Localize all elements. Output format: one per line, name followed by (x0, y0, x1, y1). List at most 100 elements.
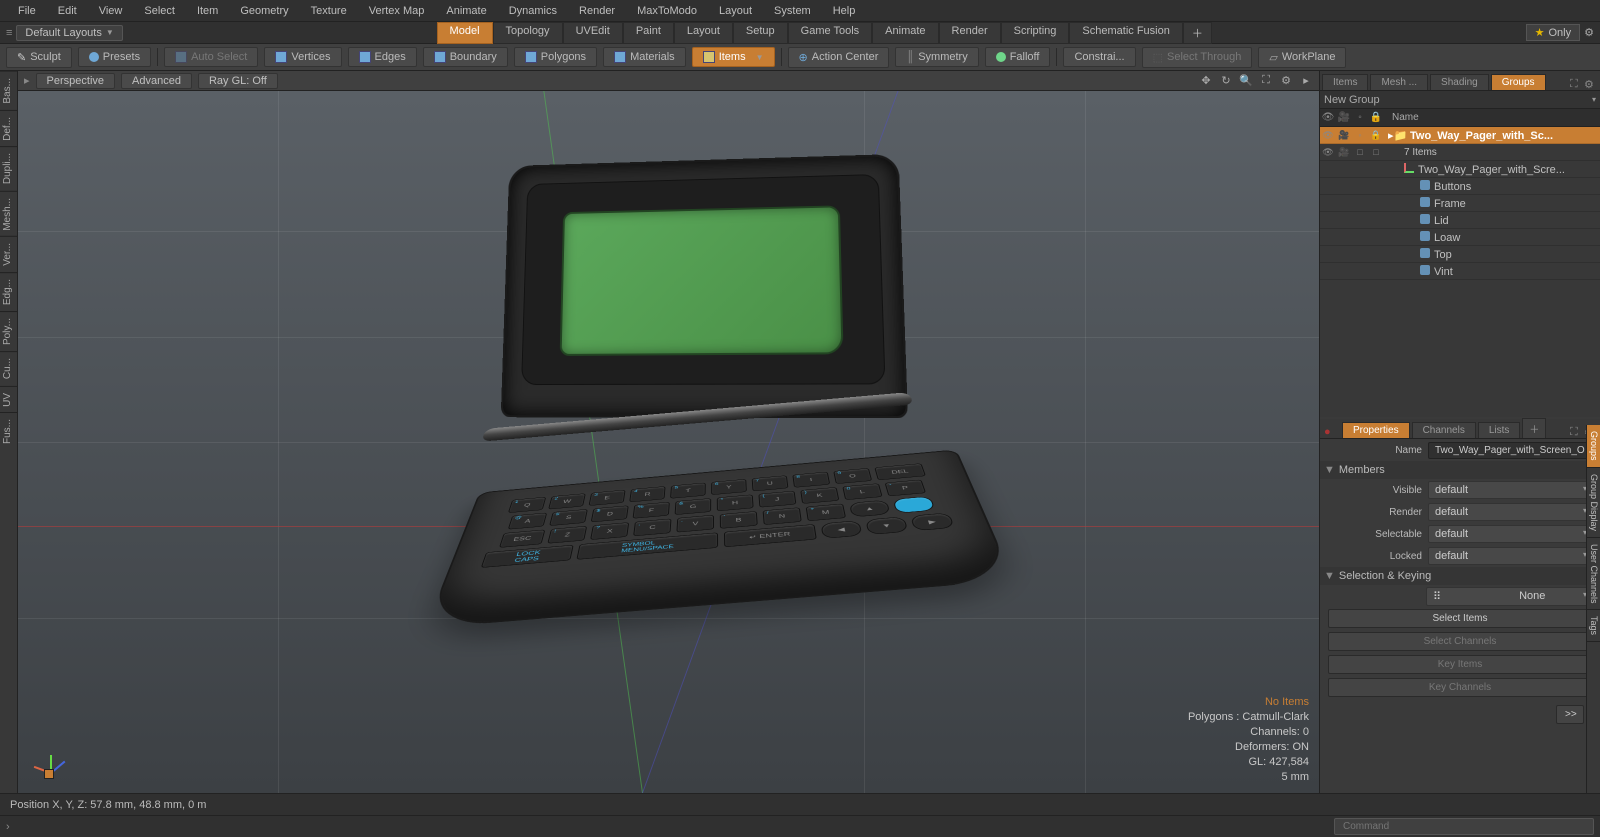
zoom-icon[interactable]: 🔍 (1239, 74, 1253, 88)
menu-animate[interactable]: Animate (436, 3, 496, 19)
vside-curve[interactable]: Cu... (0, 351, 17, 385)
rotate-icon[interactable]: ↻ (1219, 74, 1233, 88)
tree-row-item[interactable]: Top (1320, 246, 1600, 263)
prop-none-dropdown[interactable]: ⠿ None▾ (1426, 587, 1594, 606)
menu-file[interactable]: File (8, 3, 46, 19)
edges-button[interactable]: Edges (348, 47, 417, 67)
vside-mesh[interactable]: Mesh... (0, 191, 17, 237)
eye-icon[interactable]: 👁 (1320, 112, 1336, 123)
rside-tags[interactable]: Tags (1587, 610, 1600, 642)
grip-icon[interactable]: ≡ (6, 27, 12, 39)
menu-texture[interactable]: Texture (301, 3, 357, 19)
newgroup-button[interactable]: New Group ▾ (1320, 91, 1600, 109)
vside-dupli[interactable]: Dupli... (0, 146, 17, 190)
tab-paint[interactable]: Paint (623, 22, 674, 44)
polygons-button[interactable]: Polygons (514, 47, 597, 67)
chevron-right-icon[interactable]: ▸ (1299, 74, 1313, 88)
menu-system[interactable]: System (764, 3, 821, 19)
select-channels-button[interactable]: Select Channels (1328, 632, 1592, 651)
ptab-properties[interactable]: Properties (1342, 422, 1410, 438)
axis-gizmo[interactable] (30, 741, 70, 781)
select-items-button[interactable]: Select Items (1328, 609, 1592, 628)
tree-row-item[interactable]: Buttons (1320, 178, 1600, 195)
viewport-3d[interactable]: 1Q2W3E4R5T6Y7U8I9ODEL @A#S$D%F&G*H(J)K0L… (18, 91, 1319, 793)
render-icon[interactable]: 🎥 (1336, 112, 1352, 123)
command-input[interactable] (1334, 818, 1594, 835)
tree-row-item[interactable]: Frame (1320, 195, 1600, 212)
tree-row-root[interactable]: 👁🎥◦🔒 ▸📁 Two_Way_Pager_with_Sc... (1320, 127, 1600, 144)
ptab-shading[interactable]: Shading (1430, 74, 1489, 90)
rside-groups[interactable]: Groups (1587, 425, 1600, 468)
tab-uvedit[interactable]: UVEdit (563, 22, 623, 44)
prop-selectable-dropdown[interactable]: default▾ (1428, 525, 1594, 543)
vside-basic[interactable]: Bas... (0, 71, 17, 110)
workplane-button[interactable]: ▱WorkPlane (1258, 47, 1346, 68)
ptab-lists[interactable]: Lists (1478, 422, 1521, 438)
raygl-dropdown[interactable]: Ray GL: Off (198, 73, 278, 89)
record-icon[interactable]: ● (1324, 426, 1336, 438)
tree-row-locator[interactable]: Two_Way_Pager_with_Scre... (1320, 161, 1600, 178)
ptab-items[interactable]: Items (1322, 74, 1368, 90)
tree-row-item[interactable]: Loaw (1320, 229, 1600, 246)
tab-add[interactable]: ＋ (1183, 22, 1212, 44)
ptab-meshops[interactable]: Mesh ... (1370, 74, 1428, 90)
tree-row-count[interactable]: 👁🎥□□ 7 Items (1320, 144, 1600, 161)
shading-dropdown[interactable]: Advanced (121, 73, 192, 89)
symmetry-button[interactable]: ║Symmetry (895, 47, 978, 67)
select-icon[interactable]: ◦ (1352, 112, 1368, 123)
actioncenter-button[interactable]: ⊕Action Center (788, 47, 890, 68)
vside-uv[interactable]: UV (0, 386, 17, 413)
tab-gametools[interactable]: Game Tools (788, 22, 873, 44)
tab-schematicfusion[interactable]: Schematic Fusion (1069, 22, 1182, 44)
tab-topology[interactable]: Topology (493, 22, 563, 44)
maximize-icon[interactable]: ⛶ (1259, 74, 1273, 88)
falloff-button[interactable]: Falloff (985, 47, 1051, 67)
vside-fusion[interactable]: Fus... (0, 412, 17, 450)
tab-animate[interactable]: Animate (872, 22, 938, 44)
tree-row-item[interactable]: Lid (1320, 212, 1600, 229)
menu-dynamics[interactable]: Dynamics (499, 3, 567, 19)
prop-name-field[interactable] (1428, 442, 1594, 459)
vside-vertex[interactable]: Ver... (0, 236, 17, 272)
more-button[interactable]: >> (1556, 705, 1584, 724)
menu-select[interactable]: Select (134, 3, 185, 19)
key-items-button[interactable]: Key Items (1328, 655, 1592, 674)
prop-visible-dropdown[interactable]: default▾ (1428, 481, 1594, 499)
gear-icon[interactable]: ⚙ (1279, 74, 1293, 88)
prop-locked-dropdown[interactable]: default▾ (1428, 547, 1594, 565)
boundary-button[interactable]: Boundary (423, 47, 508, 67)
viewtype-dropdown[interactable]: Perspective (36, 73, 115, 89)
ptab-add[interactable]: ＋ (1522, 418, 1546, 438)
vside-deform[interactable]: Def... (0, 110, 17, 147)
vside-poly[interactable]: Poly... (0, 311, 17, 351)
menu-item[interactable]: Item (187, 3, 228, 19)
rside-groupdisplay[interactable]: Group Display (1587, 468, 1600, 538)
vertices-button[interactable]: Vertices (264, 47, 341, 67)
layout-dropdown[interactable]: Default Layouts ▼ (16, 25, 122, 41)
tab-scripting[interactable]: Scripting (1001, 22, 1070, 44)
selectthrough-button[interactable]: ⬚Select Through (1142, 47, 1253, 68)
menu-vertexmap[interactable]: Vertex Map (359, 3, 435, 19)
lock-icon[interactable]: 🔒 (1368, 112, 1384, 123)
menu-view[interactable]: View (89, 3, 133, 19)
ptab-channels[interactable]: Channels (1412, 422, 1476, 438)
gear-icon[interactable]: ⚙ (1584, 78, 1596, 90)
materials-button[interactable]: Materials (603, 47, 686, 67)
menu-help[interactable]: Help (823, 3, 866, 19)
items-button[interactable]: Items▼ (692, 47, 775, 67)
constrain-button[interactable]: Constrai... (1063, 47, 1135, 67)
presets-button[interactable]: Presets (78, 47, 151, 67)
menu-render[interactable]: Render (569, 3, 625, 19)
tab-layout[interactable]: Layout (674, 22, 733, 44)
menu-maxtomodo[interactable]: MaxToModo (627, 3, 707, 19)
menu-geometry[interactable]: Geometry (230, 3, 298, 19)
gear-icon[interactable]: ⚙ (1584, 26, 1594, 39)
viewport-menu-icon[interactable]: ▸ (24, 74, 30, 87)
ptab-groups[interactable]: Groups (1491, 74, 1546, 90)
only-button[interactable]: ★ Only (1526, 24, 1581, 41)
tab-model[interactable]: Model (437, 22, 493, 44)
tree-row-item[interactable]: Vint (1320, 263, 1600, 280)
section-members[interactable]: ▼Members (1320, 461, 1600, 479)
maximize-icon[interactable]: ⛶ (1570, 426, 1582, 438)
chevron-right-icon[interactable]: › (6, 821, 10, 833)
